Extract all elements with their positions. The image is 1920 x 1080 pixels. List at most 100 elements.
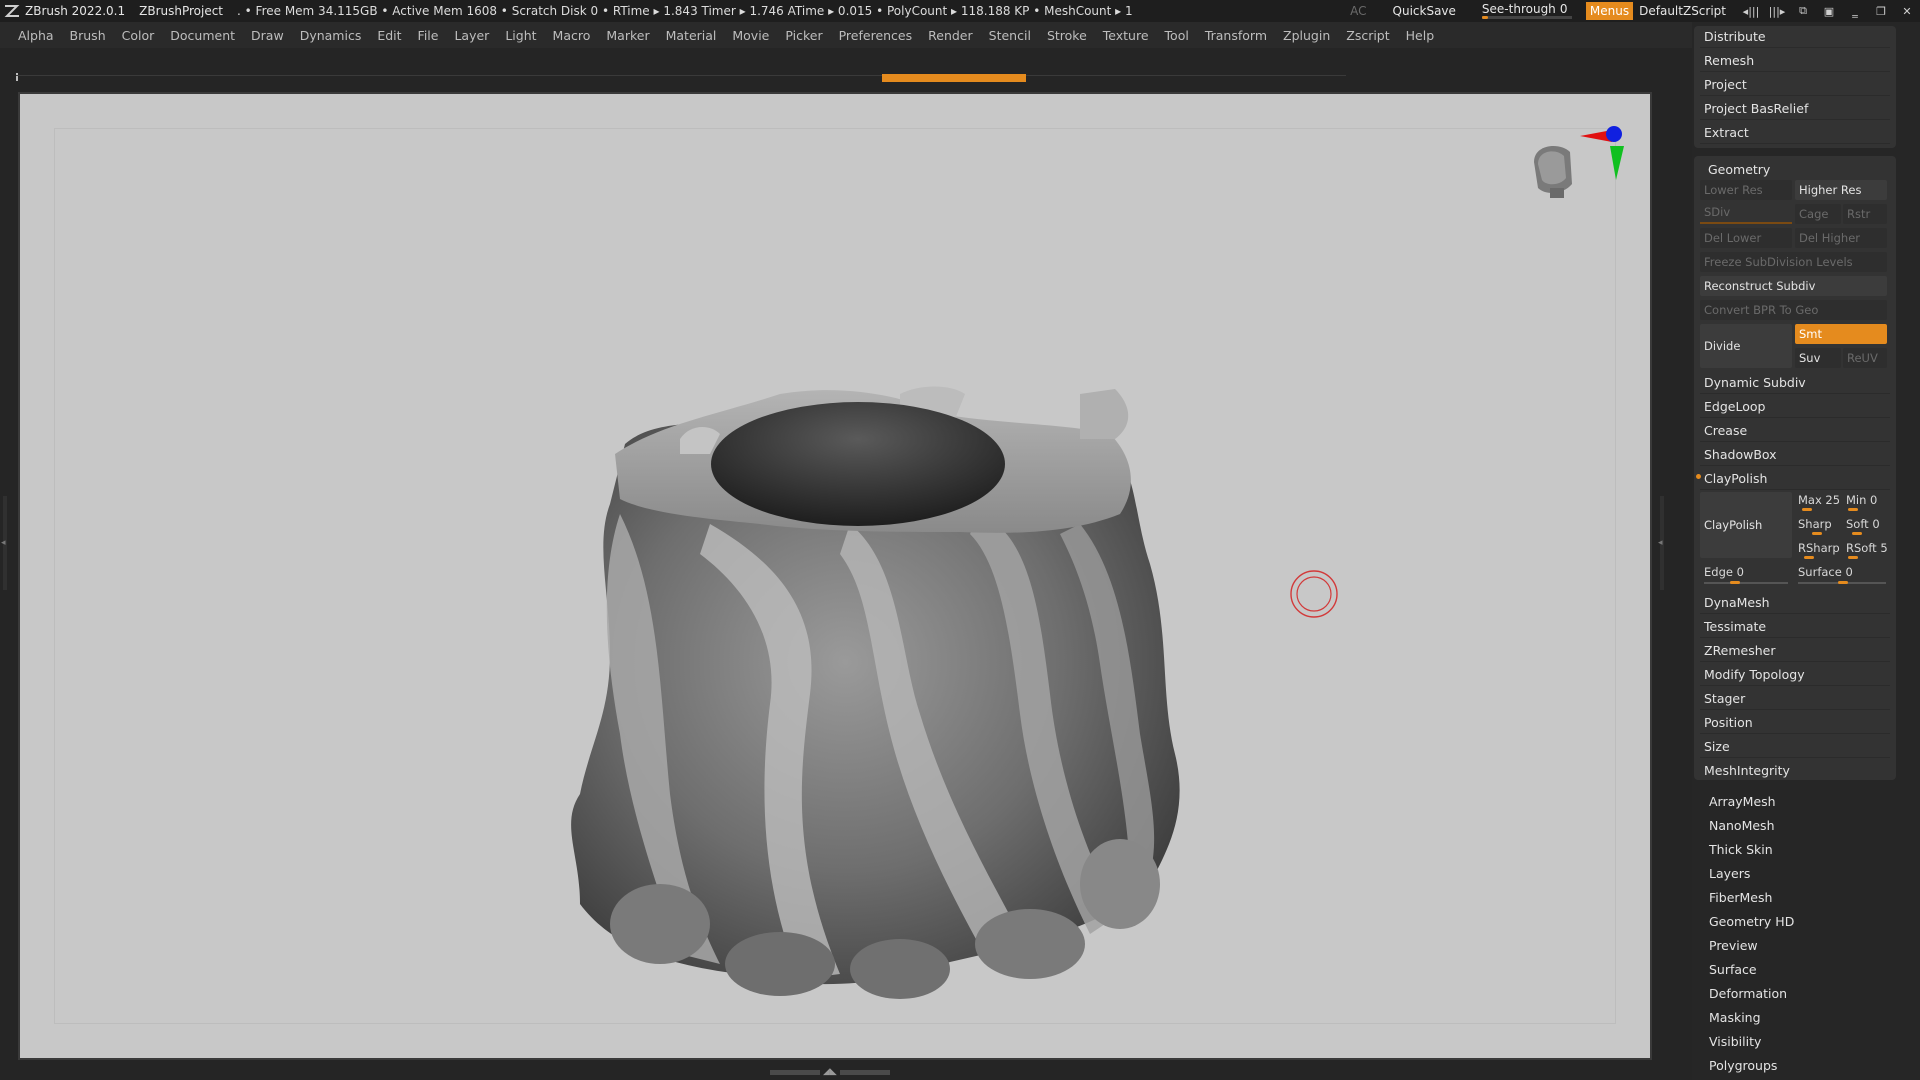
edge-slider-knob[interactable] (1730, 581, 1740, 584)
cage-button[interactable]: Cage (1795, 204, 1841, 224)
menu-light[interactable]: Light (497, 28, 544, 43)
subpalette-preview[interactable]: Preview (1709, 938, 1758, 953)
menu-zscript[interactable]: Zscript (1338, 28, 1397, 43)
right-tray-handle[interactable]: ◂ (1658, 496, 1664, 590)
layout-icon[interactable]: ⧉ (1790, 0, 1816, 22)
convert-bpr-button[interactable]: Convert BPR To Geo (1700, 300, 1887, 320)
menu-render[interactable]: Render (920, 28, 981, 43)
menu-layer[interactable]: Layer (446, 28, 497, 43)
reconstruct-subdiv-button[interactable]: Reconstruct Subdiv (1700, 276, 1887, 296)
bottom-tray-handle[interactable]: ◢◣ (770, 1068, 900, 1077)
quicksave-button[interactable]: QuickSave (1393, 4, 1456, 18)
freeze-subdivision-button[interactable]: Freeze SubDivision Levels (1700, 252, 1887, 272)
dynamesh-button[interactable]: DynaMesh (1700, 592, 1890, 614)
remesh-button[interactable]: Remesh (1700, 50, 1890, 72)
subpalette-thick-skin[interactable]: Thick Skin (1709, 842, 1773, 857)
claypolish-button[interactable]: ClayPolish (1700, 492, 1792, 558)
subpalette-layers[interactable]: Layers (1709, 866, 1750, 881)
menu-tool[interactable]: Tool (1157, 28, 1197, 43)
dynamic-subdiv-button[interactable]: Dynamic Subdiv (1700, 372, 1890, 394)
sharp-slider-knob[interactable] (1812, 532, 1822, 535)
navigation-gizmo[interactable] (1520, 122, 1640, 242)
window-icon[interactable]: ▣ (1816, 0, 1842, 22)
menu-macro[interactable]: Macro (545, 28, 599, 43)
see-through-knob[interactable] (1481, 16, 1488, 19)
close-icon[interactable]: ✕ (1894, 0, 1920, 22)
project-button[interactable]: Project (1700, 74, 1890, 96)
subpalette-visibility[interactable]: Visibility (1709, 1034, 1761, 1049)
menu-help[interactable]: Help (1398, 28, 1443, 43)
subpalette-fibermesh[interactable]: FiberMesh (1709, 890, 1772, 905)
menu-draw[interactable]: Draw (243, 28, 292, 43)
subpalette-deformation[interactable]: Deformation (1709, 986, 1787, 1001)
edge-slider[interactable]: Edge 0 (1704, 564, 1744, 580)
smt-toggle[interactable]: Smt (1795, 324, 1887, 344)
menu-stroke[interactable]: Stroke (1039, 28, 1095, 43)
dock-left-icon[interactable]: ◂||| (1738, 0, 1764, 22)
pot-mesh[interactable] (20, 94, 1650, 1058)
subpalette-polygroups[interactable]: Polygroups (1709, 1058, 1777, 1073)
restore-icon[interactable]: ❐ (1868, 0, 1894, 22)
sdiv-slider[interactable] (1700, 222, 1792, 224)
subpalette-surface[interactable]: Surface (1709, 962, 1757, 977)
menu-movie[interactable]: Movie (724, 28, 777, 43)
min-slider-knob[interactable] (1848, 508, 1858, 511)
extract-button[interactable]: Extract (1700, 122, 1890, 144)
menu-edit[interactable]: Edit (369, 28, 409, 43)
menu-picker[interactable]: Picker (777, 28, 830, 43)
menu-dynamics[interactable]: Dynamics (292, 28, 370, 43)
rsharp-slider[interactable]: RSharp (1798, 540, 1840, 556)
shadowbox-button[interactable]: ShadowBox (1700, 444, 1890, 466)
subpalette-geometry-hd[interactable]: Geometry HD (1709, 914, 1794, 929)
menu-transform[interactable]: Transform (1197, 28, 1275, 43)
menu-stencil[interactable]: Stencil (981, 28, 1039, 43)
reuv-toggle[interactable]: ReUV (1843, 348, 1887, 368)
claypolish-header[interactable]: ClayPolish (1700, 468, 1890, 490)
rsharp-slider-knob[interactable] (1804, 556, 1814, 559)
menu-alpha[interactable]: Alpha (0, 28, 62, 43)
suv-toggle[interactable]: Suv (1795, 348, 1841, 368)
size-button[interactable]: Size (1700, 736, 1890, 758)
menu-file[interactable]: File (410, 28, 447, 43)
menu-color[interactable]: Color (114, 28, 163, 43)
surface-slider-knob[interactable] (1838, 581, 1848, 584)
stager-button[interactable]: Stager (1700, 688, 1890, 710)
left-tray-handle[interactable]: ◂ (1, 496, 7, 590)
crease-button[interactable]: Crease (1700, 420, 1890, 442)
zremesher-button[interactable]: ZRemesher (1700, 640, 1890, 662)
see-through-slider[interactable]: See-through 0 (1481, 0, 1572, 22)
project-basrelief-button[interactable]: Project BasRelief (1700, 98, 1890, 120)
menu-material[interactable]: Material (658, 28, 725, 43)
active-tab-indicator[interactable] (882, 74, 1026, 82)
rsoft-slider-knob[interactable] (1848, 556, 1858, 559)
document-canvas[interactable] (18, 92, 1652, 1060)
menu-brush[interactable]: Brush (62, 28, 114, 43)
subpalette-nanomesh[interactable]: NanoMesh (1709, 818, 1775, 833)
higher-res-button[interactable]: Higher Res (1795, 180, 1887, 200)
minimize-icon[interactable]: ‗ (1842, 0, 1868, 22)
menu-preferences[interactable]: Preferences (831, 28, 921, 43)
sharp-slider[interactable]: Sharp (1798, 516, 1832, 532)
del-higher-button[interactable]: Del Higher (1795, 228, 1887, 248)
menu-marker[interactable]: Marker (598, 28, 657, 43)
soft-slider[interactable]: Soft 0 (1846, 516, 1880, 532)
rsoft-slider[interactable]: RSoft 5 (1846, 540, 1888, 556)
position-button[interactable]: Position (1700, 712, 1890, 734)
max-slider-knob[interactable] (1802, 508, 1812, 511)
subpalette-arraymesh[interactable]: ArrayMesh (1709, 794, 1776, 809)
distribute-button[interactable]: Distribute (1700, 26, 1890, 48)
default-zscript-button[interactable]: DefaultZScript (1639, 4, 1726, 18)
rstr-button[interactable]: Rstr (1843, 204, 1887, 224)
modify-topology-button[interactable]: Modify Topology (1700, 664, 1890, 686)
menu-document[interactable]: Document (162, 28, 243, 43)
del-lower-button[interactable]: Del Lower (1700, 228, 1792, 248)
subpalette-masking[interactable]: Masking (1709, 1010, 1761, 1025)
geometry-title[interactable]: Geometry (1708, 162, 1770, 177)
ac-toggle[interactable]: AC (1350, 4, 1366, 18)
menus-toggle[interactable]: Menus (1585, 2, 1634, 20)
min-slider[interactable]: Min 0 (1846, 492, 1877, 508)
meshintegrity-button[interactable]: MeshIntegrity (1700, 760, 1890, 782)
soft-slider-knob[interactable] (1852, 532, 1862, 535)
dock-right-icon[interactable]: |||▸ (1764, 0, 1790, 22)
max-slider[interactable]: Max 25 (1798, 492, 1840, 508)
